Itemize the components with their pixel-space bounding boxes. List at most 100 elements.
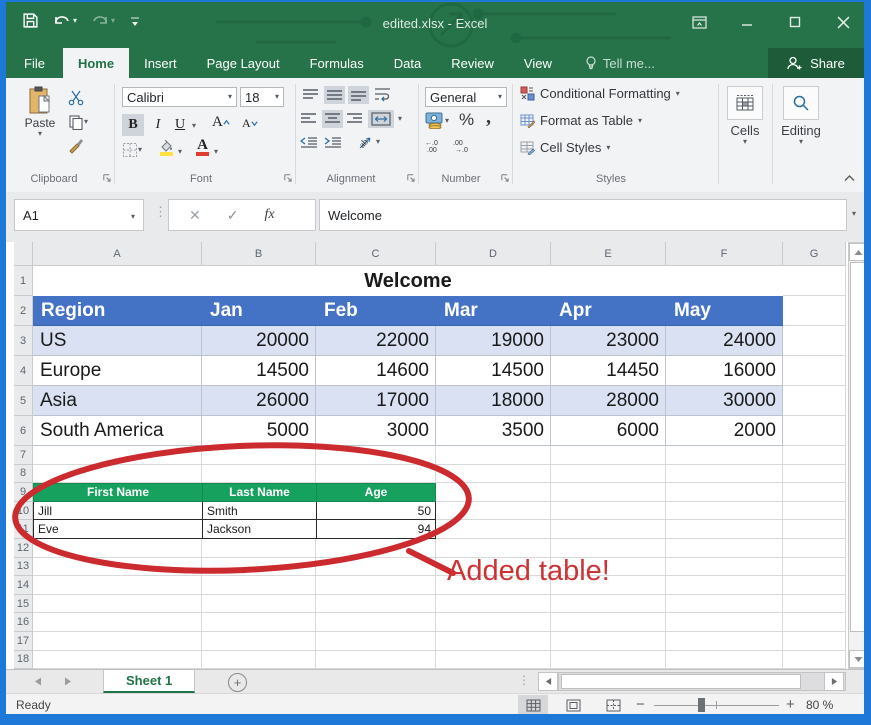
merge-center-button[interactable] xyxy=(368,110,394,128)
cell-C15[interactable] xyxy=(316,595,436,614)
cell-C8[interactable] xyxy=(316,465,436,484)
font-color-dropdown[interactable]: ▾ xyxy=(214,148,218,156)
cell-G12[interactable] xyxy=(783,539,846,558)
cell-D3[interactable]: 19000 xyxy=(436,326,551,356)
row-header-13[interactable]: 13 xyxy=(14,558,33,577)
cell-E12[interactable] xyxy=(551,539,666,558)
cell-C10[interactable]: 50 xyxy=(316,502,436,521)
cell-E4[interactable]: 14450 xyxy=(551,356,666,386)
align-left-button[interactable] xyxy=(300,112,317,126)
cell-E16[interactable] xyxy=(551,613,666,632)
cell-D8[interactable] xyxy=(436,465,551,484)
percent-style-button[interactable]: % xyxy=(459,110,474,130)
insert-function-button[interactable]: fx xyxy=(264,207,274,223)
cell-B4[interactable]: 14500 xyxy=(202,356,316,386)
cell-D12[interactable] xyxy=(436,539,551,558)
row-header-2[interactable]: 2 xyxy=(14,296,33,326)
bold-button[interactable]: B xyxy=(122,114,144,136)
cell-B17[interactable] xyxy=(202,632,316,651)
row-header-17[interactable]: 17 xyxy=(14,632,33,651)
cell-B14[interactable] xyxy=(202,576,316,595)
cell-F17[interactable] xyxy=(666,632,783,651)
paste-button[interactable]: Paste ▾ xyxy=(20,86,60,138)
cell-D11[interactable] xyxy=(436,520,551,539)
clipboard-dialog-launcher[interactable] xyxy=(102,173,111,182)
align-center-button[interactable] xyxy=(322,110,343,128)
cell-B18[interactable] xyxy=(202,651,316,670)
name-box-dropdown[interactable]: ▾ xyxy=(131,213,135,221)
align-top-button[interactable] xyxy=(302,88,319,102)
cell-C18[interactable] xyxy=(316,651,436,670)
cell-C14[interactable] xyxy=(316,576,436,595)
fill-color-button[interactable] xyxy=(158,140,174,156)
expand-formula-bar-button[interactable]: ▾ xyxy=(852,210,856,218)
tab-insert[interactable]: Insert xyxy=(129,48,192,78)
cell-A11[interactable]: Eve xyxy=(33,520,202,539)
decrease-decimal-button[interactable]: .00→.0 xyxy=(453,138,475,152)
decrease-indent-button[interactable] xyxy=(300,136,318,150)
column-header-A[interactable]: A xyxy=(33,242,202,266)
cell-F18[interactable] xyxy=(666,651,783,670)
cell-D14[interactable] xyxy=(436,576,551,595)
cell-A7[interactable] xyxy=(33,446,202,465)
row-header-5[interactable]: 5 xyxy=(14,386,33,416)
cut-button[interactable] xyxy=(68,90,84,106)
row-header-7[interactable]: 7 xyxy=(14,446,33,465)
cell-D15[interactable] xyxy=(436,595,551,614)
cell-E3[interactable]: 23000 xyxy=(551,326,666,356)
decrease-font-button[interactable]: A xyxy=(242,116,258,131)
column-header-D[interactable]: D xyxy=(436,242,551,266)
zoom-level[interactable]: 80 % xyxy=(806,698,833,712)
column-header-E[interactable]: E xyxy=(551,242,666,266)
cell-G10[interactable] xyxy=(783,502,846,521)
cell-A16[interactable] xyxy=(33,613,202,632)
row-header-15[interactable]: 15 xyxy=(14,595,33,614)
row-header-18[interactable]: 18 xyxy=(14,651,33,670)
increase-font-button[interactable]: A xyxy=(212,114,230,131)
cell-D13[interactable] xyxy=(436,558,551,577)
cell-E5[interactable]: 28000 xyxy=(551,386,666,416)
align-bottom-button[interactable] xyxy=(348,86,369,104)
row-header-6[interactable]: 6 xyxy=(14,416,33,446)
cell-C7[interactable] xyxy=(316,446,436,465)
cell-A8[interactable] xyxy=(33,465,202,484)
cell-B5[interactable]: 26000 xyxy=(202,386,316,416)
cell-F12[interactable] xyxy=(666,539,783,558)
formula-input[interactable]: Welcome xyxy=(319,199,847,231)
cell-D4[interactable]: 14500 xyxy=(436,356,551,386)
align-middle-button[interactable] xyxy=(324,86,345,104)
cell-F11[interactable] xyxy=(666,520,783,539)
editing-button[interactable]: Editing ▾ xyxy=(778,86,824,146)
cell-G14[interactable] xyxy=(783,576,846,595)
cell-G16[interactable] xyxy=(783,613,846,632)
namebox-separator[interactable]: ⋮ xyxy=(154,204,167,220)
column-header-B[interactable]: B xyxy=(202,242,316,266)
tabbar-separator[interactable]: ⋮ xyxy=(518,673,530,687)
cell-D17[interactable] xyxy=(436,632,551,651)
cell-C5[interactable]: 17000 xyxy=(316,386,436,416)
row-header-1[interactable]: 1 xyxy=(14,266,33,296)
scroll-up-button[interactable] xyxy=(849,243,864,261)
copy-dropdown[interactable]: ▾ xyxy=(84,118,88,126)
cell-E14[interactable] xyxy=(551,576,666,595)
tab-page-layout[interactable]: Page Layout xyxy=(192,48,295,78)
cell-F6[interactable]: 2000 xyxy=(666,416,783,446)
cell-styles-button[interactable]: Cell Styles▾ xyxy=(520,140,610,155)
cell-F5[interactable]: 30000 xyxy=(666,386,783,416)
new-sheet-button[interactable]: + xyxy=(228,673,247,692)
confirm-entry-icon[interactable]: ✓ xyxy=(227,207,239,224)
increase-indent-button[interactable] xyxy=(324,136,342,150)
cell-B7[interactable] xyxy=(202,446,316,465)
cell-B10[interactable]: Smith xyxy=(202,502,316,521)
underline-dropdown[interactable]: ▾ xyxy=(192,122,196,130)
cell-G13[interactable] xyxy=(783,558,846,577)
cell-E9[interactable] xyxy=(551,483,666,502)
cell-E18[interactable] xyxy=(551,651,666,670)
fill-color-dropdown[interactable]: ▾ xyxy=(178,148,182,156)
cell-C11[interactable]: 94 xyxy=(316,520,436,539)
normal-view-button[interactable] xyxy=(518,695,548,714)
zoom-in-button[interactable]: + xyxy=(786,696,795,713)
cell-A18[interactable] xyxy=(33,651,202,670)
cells-button[interactable]: Cells ▾ xyxy=(724,86,766,146)
cell-E2[interactable]: Apr xyxy=(551,296,666,326)
